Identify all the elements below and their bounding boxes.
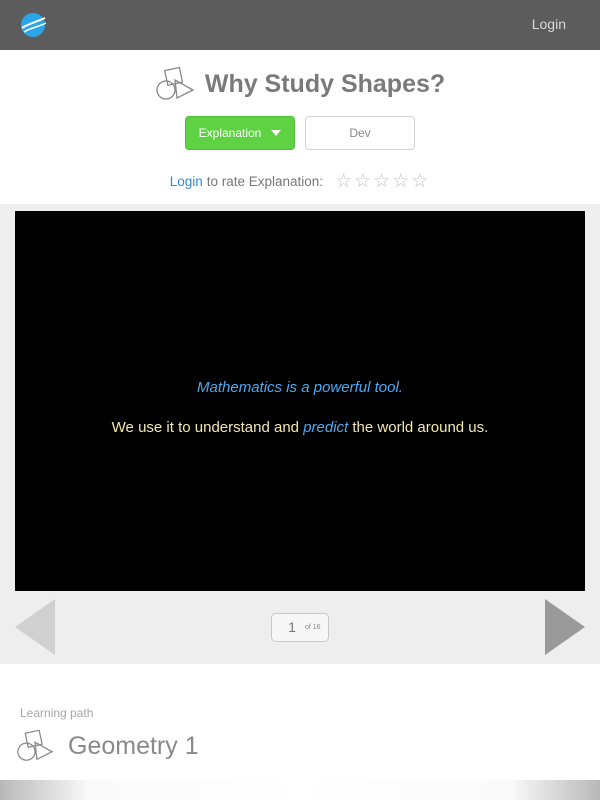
slide-line-2-emphasis: predict	[303, 419, 349, 436]
geometry-shapes-icon	[17, 729, 54, 761]
learning-path-title: Geometry 1	[68, 731, 199, 760]
slide-line-1: Mathematics is a powerful tool.	[197, 379, 403, 396]
page-total-label: of 16	[305, 624, 321, 631]
caret-down-icon	[271, 130, 282, 136]
page-selector[interactable]: 1 of 16	[271, 613, 329, 642]
dev-button-label: Dev	[349, 126, 371, 140]
star-icon[interactable]: ☆	[354, 172, 371, 191]
star-icon[interactable]: ☆	[392, 172, 409, 191]
previous-slide-arrow-icon[interactable]	[15, 599, 55, 655]
slide-line-2: We use it to understand and predict the …	[15, 419, 585, 436]
slide-line-2-end: the world around us.	[348, 419, 489, 436]
explanation-dropdown-label: Explanation	[198, 126, 262, 140]
star-icon[interactable]: ☆	[411, 172, 428, 191]
brand-globe-icon[interactable]	[20, 12, 46, 38]
bottom-gradient-bar	[0, 780, 600, 800]
title-row: Why Study Shapes?	[0, 64, 600, 104]
dev-button[interactable]: Dev	[305, 116, 415, 150]
geometry-shapes-icon	[156, 66, 195, 100]
slide-canvas[interactable]: Mathematics is a powerful tool. We use i…	[15, 211, 585, 591]
login-link[interactable]: Login	[532, 16, 566, 32]
rating-row: Login to rate Explanation: ☆ ☆ ☆ ☆ ☆	[0, 170, 600, 192]
top-navigation-bar: Login	[0, 0, 600, 50]
page-title: Why Study Shapes?	[204, 69, 446, 98]
star-icon[interactable]: ☆	[335, 172, 352, 191]
slide-stage: Mathematics is a powerful tool. We use i…	[0, 204, 600, 664]
learning-path-link[interactable]: Geometry 1	[16, 728, 199, 764]
rating-stars: ☆ ☆ ☆ ☆ ☆	[335, 172, 430, 191]
explanation-dropdown-button[interactable]: Explanation	[185, 116, 295, 150]
rate-text: to rate Explanation:	[206, 173, 324, 189]
lesson-header: Why Study Shapes? Explanation Dev Login …	[0, 50, 600, 204]
next-slide-arrow-icon[interactable]	[545, 599, 585, 655]
star-icon[interactable]: ☆	[373, 172, 390, 191]
learning-path-label: Learning path	[20, 706, 94, 720]
slide-line-2-start: We use it to understand and	[111, 419, 304, 436]
rate-login-link[interactable]: Login	[170, 174, 203, 189]
